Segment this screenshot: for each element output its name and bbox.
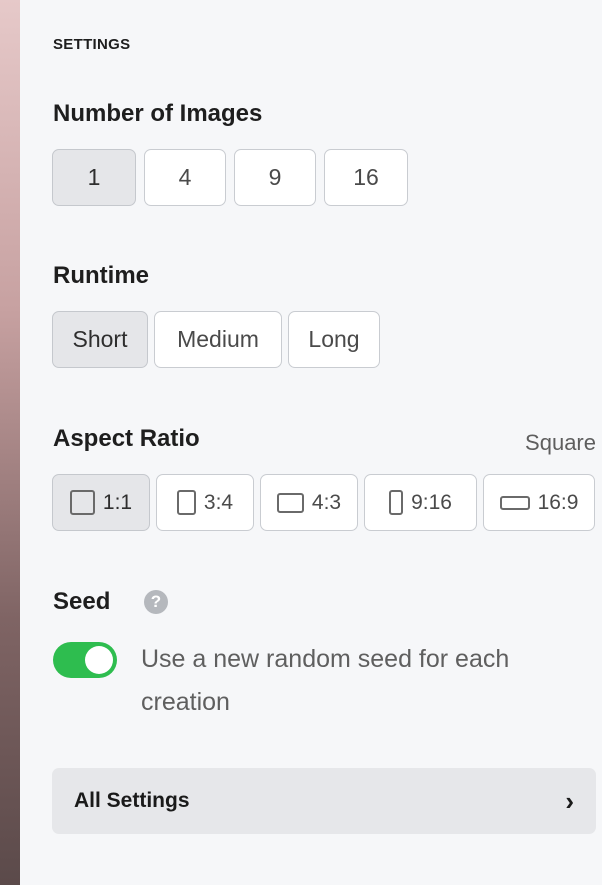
runtime-option-label: Medium xyxy=(177,326,259,352)
runtime-label: Runtime xyxy=(53,262,149,289)
number-of-images-label: Number of Images xyxy=(53,100,263,127)
settings-panel: SETTINGS Number of Images 1 4 9 16 Runti… xyxy=(20,0,602,885)
toggle-knob xyxy=(85,646,113,674)
aspect-option-1-1[interactable]: 1:1 xyxy=(52,474,150,531)
images-option-4[interactable]: 4 xyxy=(144,149,226,206)
aspect-option-9-16[interactable]: 9:16 xyxy=(364,474,477,531)
random-seed-toggle-label: Use a new random seed for each creation xyxy=(141,645,510,716)
aspect-option-3-4[interactable]: 3:4 xyxy=(156,474,254,531)
aspect-option-16-9[interactable]: 16:9 xyxy=(483,474,595,531)
images-option-1[interactable]: 1 xyxy=(52,149,136,206)
aspect-option-label: 9:16 xyxy=(411,490,452,514)
landscape-4-3-icon xyxy=(276,492,304,513)
aspect-ratio-selector: 1:1 3:4 4:3 9:16 16:9 xyxy=(52,474,595,531)
aspect-option-label: 1:1 xyxy=(102,490,133,514)
runtime-option-label: Long xyxy=(308,326,360,352)
landscape-16-9-icon xyxy=(499,495,530,510)
help-glyph: ? xyxy=(150,592,162,611)
aspect-ratio-label: Aspect Ratio xyxy=(53,425,200,452)
settings-heading: SETTINGS xyxy=(53,36,131,53)
images-option-label: 16 xyxy=(353,164,379,190)
portrait-9-16-icon xyxy=(389,490,404,515)
images-option-9[interactable]: 9 xyxy=(234,149,316,206)
runtime-option-short[interactable]: Short xyxy=(52,311,148,368)
square-icon xyxy=(69,490,95,515)
all-settings-label: All Settings xyxy=(74,789,190,812)
aspect-option-label: 4:3 xyxy=(311,490,342,514)
seed-label: Seed xyxy=(53,588,111,615)
number-of-images-selector: 1 4 9 16 xyxy=(52,149,408,206)
random-seed-toggle[interactable] xyxy=(53,642,117,678)
chevron-right-icon: › xyxy=(565,785,574,816)
runtime-option-medium[interactable]: Medium xyxy=(154,311,282,368)
images-option-label: 9 xyxy=(268,164,282,190)
runtime-option-long[interactable]: Long xyxy=(288,311,380,368)
question-mark-icon[interactable]: ? xyxy=(144,590,168,614)
aspect-option-4-3[interactable]: 4:3 xyxy=(260,474,358,531)
background-image-strip xyxy=(0,0,20,885)
portrait-3-4-icon xyxy=(176,490,196,515)
images-option-label: 1 xyxy=(87,164,101,190)
runtime-option-label: Short xyxy=(72,326,128,352)
aspect-option-label: 16:9 xyxy=(537,490,579,514)
images-option-16[interactable]: 16 xyxy=(324,149,408,206)
runtime-selector: Short Medium Long xyxy=(52,311,380,368)
all-settings-button[interactable]: All Settings › xyxy=(52,768,596,834)
images-option-label: 4 xyxy=(178,164,192,190)
aspect-option-label: 3:4 xyxy=(203,490,234,514)
aspect-ratio-current-value: Square xyxy=(525,430,596,455)
